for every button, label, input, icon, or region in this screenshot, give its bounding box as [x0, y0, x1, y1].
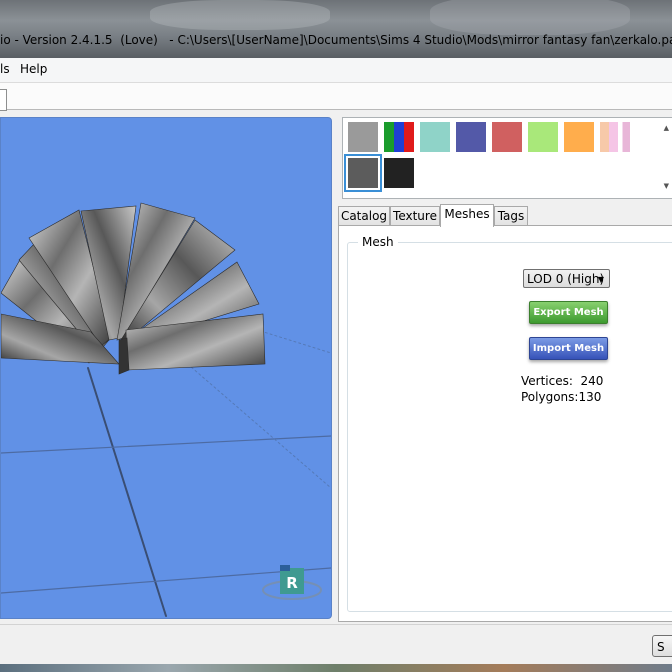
- vertices-count: Vertices: 240: [521, 374, 604, 388]
- swatch-lime[interactable]: [528, 122, 558, 152]
- swatch-indigo[interactable]: [456, 122, 486, 152]
- menu-tools[interactable]: ls: [0, 62, 10, 76]
- mesh-group-label: Mesh: [358, 235, 398, 249]
- mesh-group: Mesh LOD 0 (High) ▼ Export Mesh Import M…: [347, 235, 672, 612]
- title-bar-backdrop: [150, 0, 330, 30]
- polygons-count: Polygons:130: [521, 390, 602, 404]
- swatch-red[interactable]: [492, 122, 522, 152]
- save-button[interactable]: S: [652, 635, 672, 657]
- swatch-multicolor[interactable]: [384, 122, 414, 152]
- menu-bar: ls Help: [0, 58, 672, 83]
- logo-letter: R: [286, 574, 298, 592]
- document-tab[interactable]: [0, 89, 7, 111]
- swatch-gray[interactable]: [348, 122, 378, 152]
- title-bar: io - Version 2.4.1.5 (Love) - C:\Users\[…: [0, 0, 672, 58]
- footer-bar: S: [0, 624, 672, 665]
- dropdown-arrow-icon: ▼: [597, 275, 604, 284]
- meshes-panel: Mesh LOD 0 (High) ▼ Export Mesh Import M…: [338, 225, 672, 622]
- swatch-teal[interactable]: [420, 122, 450, 152]
- tab-catalog[interactable]: Catalog: [338, 206, 390, 226]
- swatch-orange[interactable]: [564, 122, 594, 152]
- scroll-up-icon[interactable]: ▲: [664, 124, 669, 132]
- tab-meshes[interactable]: Meshes: [440, 204, 494, 227]
- menu-help[interactable]: Help: [20, 62, 47, 76]
- swatch-dark-gray[interactable]: [344, 154, 382, 192]
- lod-value: LOD 0 (High): [527, 272, 605, 286]
- export-mesh-button[interactable]: Export Mesh: [529, 301, 608, 324]
- swatch-black[interactable]: [384, 158, 414, 188]
- lod-dropdown[interactable]: LOD 0 (High) ▼: [523, 269, 610, 288]
- fan-mesh: [1, 202, 266, 375]
- swatch-pastel[interactable]: [600, 122, 630, 152]
- viewport-logo: R: [262, 565, 322, 600]
- scroll-down-icon[interactable]: ▼: [664, 182, 669, 190]
- tab-tags[interactable]: Tags: [494, 206, 528, 226]
- taskbar: [0, 664, 672, 672]
- 3d-viewport[interactable]: R: [0, 117, 332, 619]
- document-tab-strip: [0, 83, 672, 111]
- window-title: io - Version 2.4.1.5 (Love) - C:\Users\[…: [0, 33, 672, 47]
- import-mesh-button[interactable]: Import Mesh: [529, 337, 608, 360]
- viewport-scene: R: [1, 202, 331, 617]
- tab-texture[interactable]: Texture: [390, 206, 440, 226]
- title-bar-backdrop: [430, 0, 630, 35]
- swatch-picker: ▲ ▼: [342, 117, 672, 199]
